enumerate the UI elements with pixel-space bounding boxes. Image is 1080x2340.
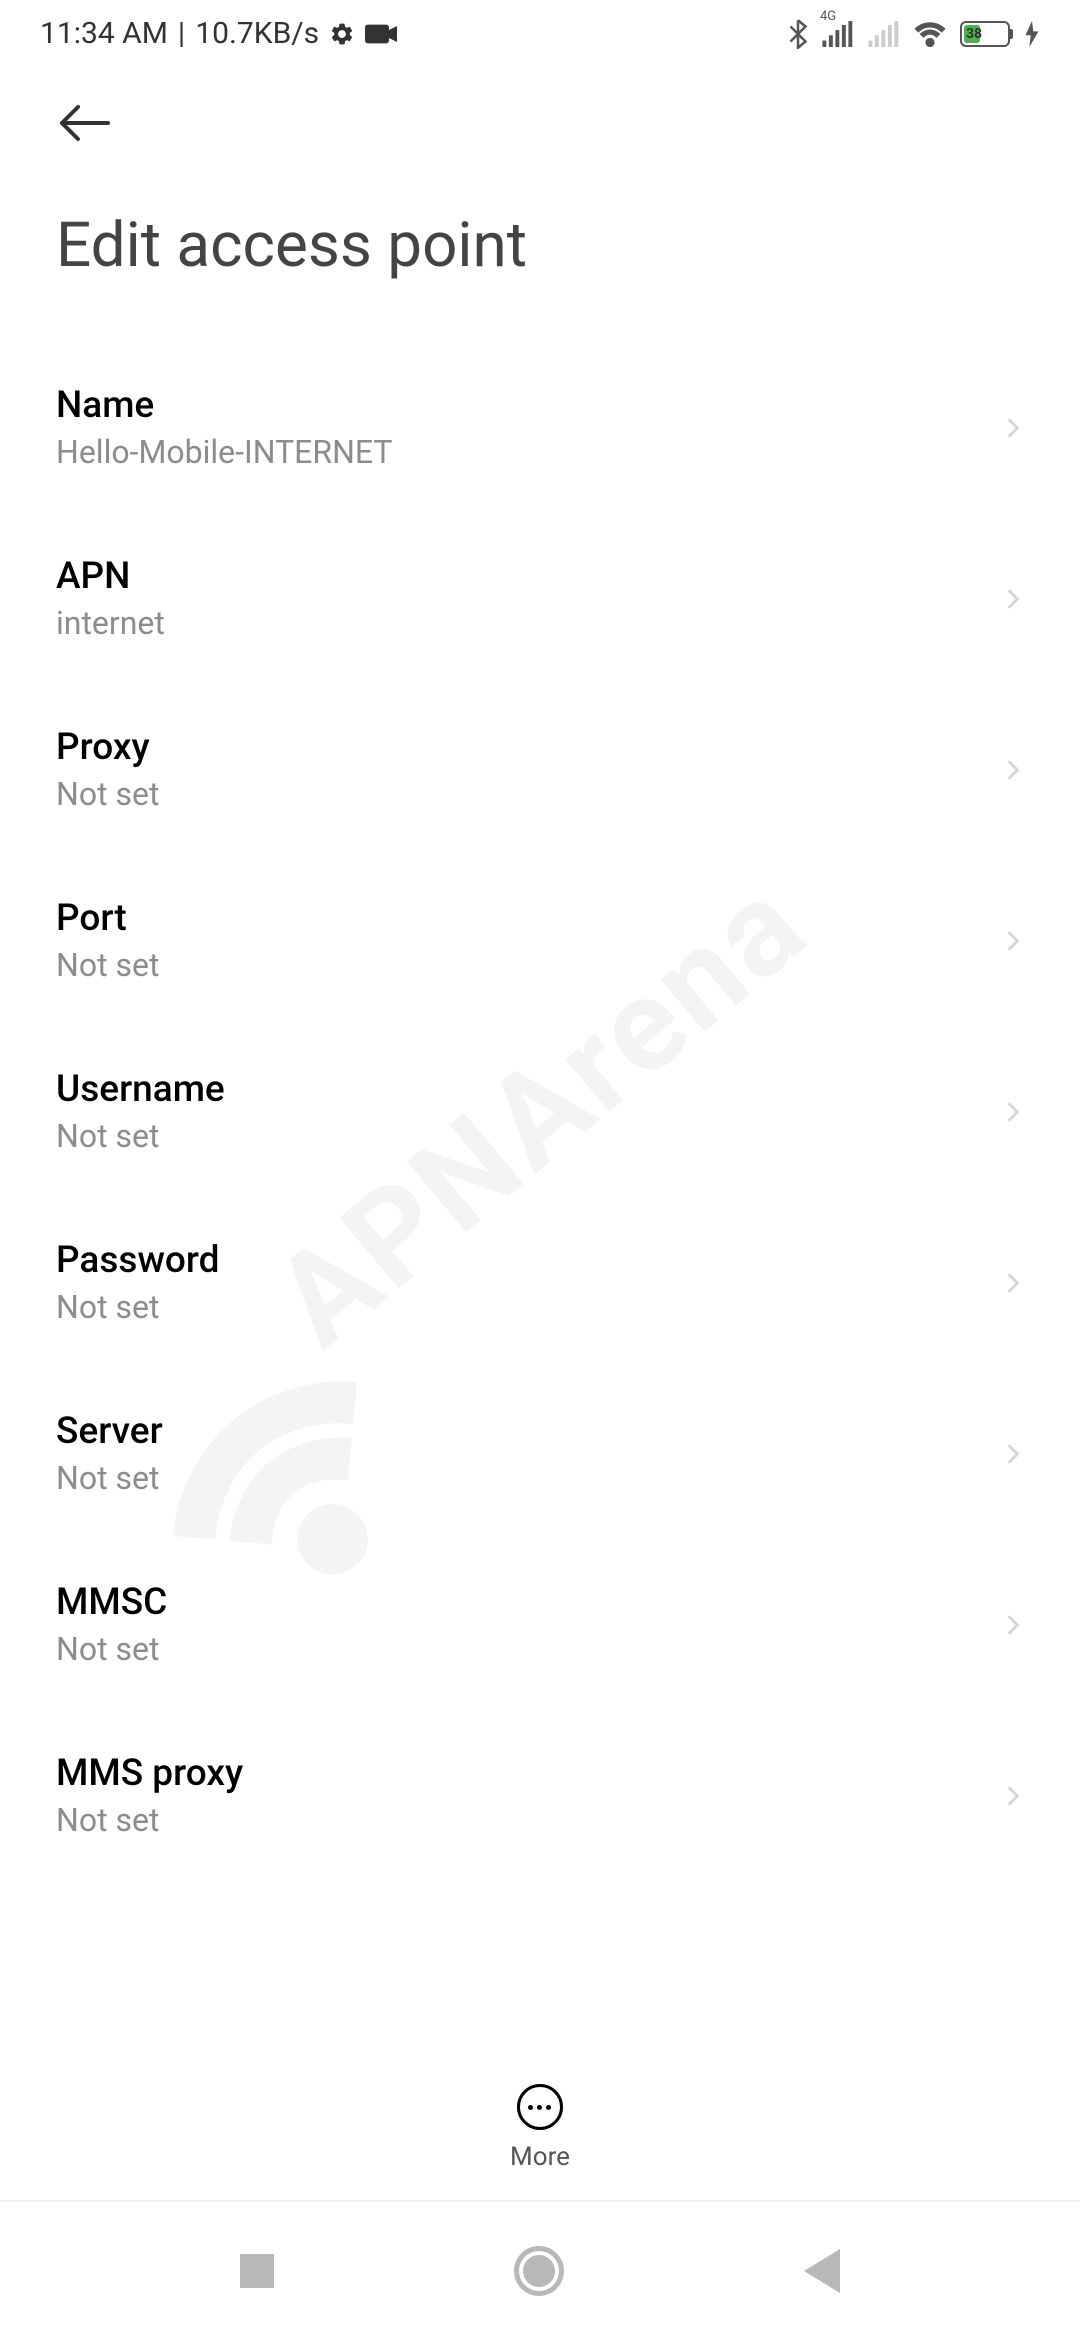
setting-username[interactable]: Username Not set	[56, 1026, 1024, 1197]
setting-value: Not set	[56, 775, 159, 813]
status-time: 11:34 AM	[40, 16, 168, 51]
bluetooth-icon	[788, 19, 808, 49]
setting-port[interactable]: Port Not set	[56, 855, 1024, 1026]
setting-password[interactable]: Password Not set	[56, 1197, 1024, 1368]
setting-mms-proxy[interactable]: MMS proxy Not set	[56, 1710, 1024, 1881]
page-title: Edit access point	[0, 189, 1080, 342]
status-left: 11:34 AM | 10.7KB/s	[40, 16, 397, 51]
setting-value: Not set	[56, 946, 159, 984]
setting-label: Proxy	[56, 726, 159, 769]
setting-label: MMSC	[56, 1581, 167, 1624]
setting-label: Server	[56, 1410, 163, 1453]
setting-name[interactable]: Name Hello-Mobile-INTERNET	[56, 342, 1024, 513]
battery-icon: 38	[960, 21, 1010, 47]
setting-label: Username	[56, 1068, 225, 1111]
signal-no-sim-icon: ✕	[868, 21, 900, 47]
setting-label: Port	[56, 897, 159, 940]
setting-label: Password	[56, 1239, 219, 1282]
wifi-icon	[914, 21, 946, 47]
circle-icon	[514, 2246, 564, 2296]
chevron-right-icon	[1002, 759, 1024, 781]
setting-label: APN	[56, 555, 165, 598]
status-bar: 11:34 AM | 10.7KB/s 4G ✕ 38	[0, 0, 1080, 63]
nav-back-button[interactable]	[764, 2229, 880, 2313]
setting-proxy[interactable]: Proxy Not set	[56, 684, 1024, 855]
navigation-bar	[0, 2200, 1080, 2340]
status-right: 4G ✕ 38	[788, 19, 1040, 49]
chevron-right-icon	[1002, 930, 1024, 952]
setting-value: Not set	[56, 1801, 243, 1839]
settings-icon	[329, 21, 355, 47]
setting-value: internet	[56, 604, 165, 642]
setting-mmsc[interactable]: MMSC Not set	[56, 1539, 1024, 1710]
chevron-right-icon	[1002, 1443, 1024, 1465]
camera-icon	[365, 22, 397, 46]
status-divider: |	[178, 16, 185, 51]
signal-4g-icon: 4G	[822, 21, 854, 47]
setting-server[interactable]: Server Not set	[56, 1368, 1024, 1539]
square-icon	[240, 2254, 274, 2288]
setting-value: Hello-Mobile-INTERNET	[56, 433, 392, 471]
setting-value: Not set	[56, 1630, 167, 1668]
bottom-action-bar: More	[0, 2084, 1080, 2172]
svg-text:✕: ✕	[892, 43, 900, 46]
setting-apn[interactable]: APN internet	[56, 513, 1024, 684]
charging-icon	[1024, 21, 1040, 47]
status-speed: 10.7KB/s	[195, 16, 319, 51]
setting-value: Not set	[56, 1117, 225, 1155]
setting-value: Not set	[56, 1459, 163, 1497]
nav-home-button[interactable]	[474, 2226, 604, 2316]
chevron-right-icon	[1002, 1614, 1024, 1636]
chevron-right-icon	[1002, 417, 1024, 439]
back-button-container	[0, 63, 1080, 189]
triangle-icon	[804, 2249, 840, 2293]
chevron-right-icon	[1002, 588, 1024, 610]
setting-value: Not set	[56, 1288, 219, 1326]
back-button[interactable]	[56, 103, 112, 159]
chevron-right-icon	[1002, 1101, 1024, 1123]
settings-list: APNArena Name Hello-Mobile-INTERNET APN …	[0, 342, 1080, 1881]
chevron-right-icon	[1002, 1785, 1024, 1807]
more-label: More	[510, 2142, 570, 2172]
chevron-right-icon	[1002, 1272, 1024, 1294]
setting-label: MMS proxy	[56, 1752, 243, 1795]
more-button[interactable]: More	[510, 2084, 570, 2172]
more-icon	[517, 2084, 563, 2130]
nav-recent-button[interactable]	[200, 2234, 314, 2308]
setting-label: Name	[56, 384, 392, 427]
